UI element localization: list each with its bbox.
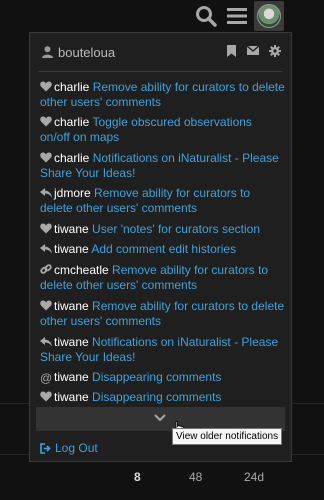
notification-user: tiwane [54, 242, 89, 256]
background-replies-count: 8 [134, 470, 141, 484]
notification-user: tiwane [54, 335, 89, 349]
heart-icon [40, 116, 52, 127]
background-divider [292, 403, 324, 404]
notification-item[interactable]: tiwane Notifications on iNaturalist - Pl… [40, 335, 285, 365]
reply-icon [40, 337, 52, 347]
notification-user: cmcheatle [54, 263, 109, 277]
chevron-down-icon [154, 414, 166, 422]
user-avatar [257, 4, 281, 28]
background-divider [0, 454, 29, 455]
user-menu-panel: bouteloua charlie Remove ability for cur… [29, 32, 292, 462]
site-header [0, 0, 324, 32]
logout-link[interactable]: Log Out [40, 441, 98, 455]
notification-item[interactable]: tiwane Disappearing comments [40, 390, 285, 405]
notification-user: tiwane [54, 370, 89, 384]
background-activity-age[interactable]: 24d [244, 470, 264, 484]
gear-icon[interactable] [269, 45, 281, 57]
notification-item[interactable]: charlie Notifications on iNaturalist - P… [40, 151, 285, 181]
user-icon [42, 46, 53, 58]
at-icon: @ [40, 371, 53, 385]
notification-user: tiwane [54, 390, 89, 404]
notification-user: tiwane [54, 299, 89, 313]
link-icon [40, 264, 52, 274]
reply-icon [40, 188, 52, 198]
envelope-icon[interactable] [247, 45, 259, 56]
username-link[interactable]: bouteloua [58, 45, 115, 60]
heart-icon [40, 81, 52, 92]
logout-label: Log Out [55, 441, 98, 455]
header-divider [38, 71, 283, 72]
background-divider [292, 454, 324, 455]
notification-user: charlie [54, 115, 90, 129]
search-button[interactable] [192, 2, 220, 30]
notification-user: jdmore [54, 186, 91, 200]
notification-item[interactable]: charlie Toggle obscured observations on/… [40, 115, 285, 145]
notification-item[interactable]: charlie Remove ability for curators to d… [40, 80, 285, 110]
notification-topic-link[interactable]: Add comment edit histories [91, 242, 236, 256]
notification-item[interactable]: @ tiwane Disappearing comments [40, 370, 285, 386]
notification-topic-link[interactable]: User 'notes' for curators section [92, 222, 260, 236]
notification-item[interactable]: tiwane Add comment edit histories [40, 242, 285, 257]
notification-item[interactable]: jdmore Remove ability for curators to de… [40, 186, 285, 216]
user-menu-header: bouteloua [30, 33, 291, 71]
heart-icon [40, 300, 52, 311]
heart-icon [40, 223, 52, 234]
search-icon [196, 6, 217, 27]
notification-topic-link[interactable]: Disappearing comments [92, 370, 221, 384]
logout-icon [40, 443, 51, 454]
background-views-count: 48 [189, 470, 203, 484]
notification-item[interactable]: tiwane User 'notes' for curators section [40, 222, 285, 237]
notification-user: charlie [54, 151, 90, 165]
reply-icon [40, 244, 52, 254]
notification-item[interactable]: tiwane Remove ability for curators to de… [40, 299, 285, 329]
user-avatar-button[interactable] [254, 1, 284, 31]
hamburger-menu-icon [227, 8, 247, 24]
heart-icon [40, 391, 52, 402]
view-older-notifications-tooltip: View older notifications [172, 428, 283, 445]
notification-user: charlie [54, 80, 90, 94]
bookmark-icon[interactable] [227, 45, 236, 57]
notification-user: tiwane [54, 222, 89, 236]
background-divider [0, 403, 29, 404]
notification-item[interactable]: cmcheatle Remove ability for curators to… [40, 263, 285, 293]
hamburger-menu-button[interactable] [223, 2, 251, 30]
heart-icon [40, 152, 52, 163]
notification-topic-link[interactable]: Disappearing comments [92, 390, 221, 404]
